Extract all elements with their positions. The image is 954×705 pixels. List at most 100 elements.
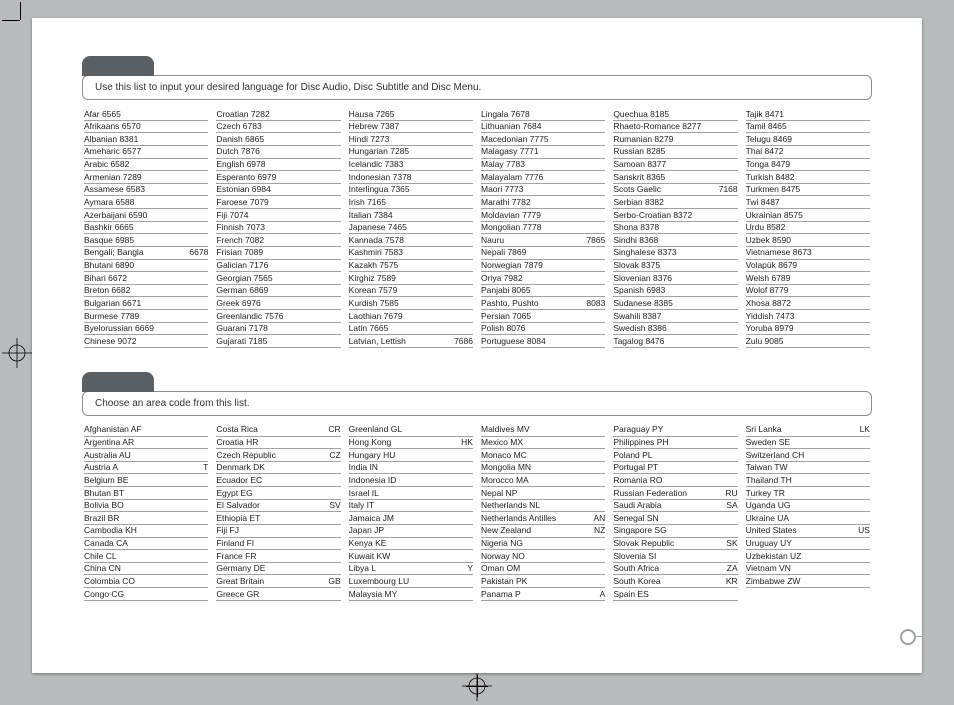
table-row: Ethiopia ET xyxy=(216,512,340,525)
table-row: India IN xyxy=(349,462,473,475)
row-label: Kazakh 7575 xyxy=(349,260,473,271)
table-row: South KoreaKR xyxy=(613,575,737,588)
table-row: Sanskrit 8365 xyxy=(613,171,737,184)
row-label: Wolof 8779 xyxy=(746,285,870,296)
table-row: Denmark DK xyxy=(216,462,340,475)
area-instruction: Choose an area code from this list. xyxy=(82,391,872,416)
table-row: Lingala 7678 xyxy=(481,108,605,121)
fold-ring-icon xyxy=(900,629,916,645)
row-label: Fiji FJ xyxy=(216,525,340,536)
row-label: Romania RO xyxy=(613,475,737,486)
row-label: Czech Republic xyxy=(216,450,325,461)
section-tab xyxy=(82,56,154,76)
row-label: Basque 6985 xyxy=(84,235,208,246)
row-label: Albanian 8381 xyxy=(84,134,208,145)
row-label: Macedonian 7775 xyxy=(481,134,605,145)
table-row: Kirghiz 7589 xyxy=(349,272,473,285)
row-label: Sanskrit 8365 xyxy=(613,172,737,183)
row-label: Croatia HR xyxy=(216,437,340,448)
row-label: Danish 6865 xyxy=(216,134,340,145)
row-label: Argentina AR xyxy=(84,437,208,448)
row-label: Netherlands Antilles xyxy=(481,513,590,524)
table-row: Nepal NP xyxy=(481,487,605,500)
table-row: Czech 6783 xyxy=(216,121,340,134)
row-code: SA xyxy=(722,500,737,511)
row-label: Cambodia KH xyxy=(84,525,208,536)
table-row: Greenlandic 7576 xyxy=(216,310,340,323)
table-row: Slovak RepublicSK xyxy=(613,538,737,551)
row-label: Bhutani 6890 xyxy=(84,260,208,271)
row-label: United States xyxy=(746,525,855,536)
table-row: Czech RepublicCZ xyxy=(216,449,340,462)
row-label: Morocco MA xyxy=(481,475,605,486)
table-row: Irish 7165 xyxy=(349,196,473,209)
row-label: Luxembourg LU xyxy=(349,576,473,587)
row-label: Urdu 8582 xyxy=(746,222,870,233)
row-label: Afrikaans 6570 xyxy=(84,121,208,132)
table-row: Finnish 7073 xyxy=(216,222,340,235)
table-row: Switzerland CH xyxy=(746,449,870,462)
row-label: Pashto, Pushto xyxy=(481,298,582,309)
table-column: Sri LankaLKSweden SESwitzerland CHTaiwan… xyxy=(746,424,870,601)
row-label: Yiddish 7473 xyxy=(746,311,870,322)
row-label: Chinese 9072 xyxy=(84,336,208,347)
table-row: Icelandic 7383 xyxy=(349,159,473,172)
table-row: Japan JP xyxy=(349,525,473,538)
row-label: Indonesian 7378 xyxy=(349,172,473,183)
row-code: Y xyxy=(463,563,473,574)
row-label: Uruguay UY xyxy=(746,538,870,549)
row-label: Jamaica JM xyxy=(349,513,473,524)
table-row: English 6978 xyxy=(216,159,340,172)
table-row: Quechua 8185 xyxy=(613,108,737,121)
row-label: Breton 6682 xyxy=(84,285,208,296)
table-row: Colombia CO xyxy=(84,575,208,588)
table-row: Senegal SN xyxy=(613,512,737,525)
table-row: Yoruba 8979 xyxy=(746,323,870,336)
row-label: Spain ES xyxy=(613,589,737,600)
registration-mark-bottom xyxy=(460,669,494,703)
table-row: Tamil 8465 xyxy=(746,121,870,134)
row-label: German 6869 xyxy=(216,285,340,296)
section-tab xyxy=(82,372,154,392)
row-label: Xhosa 8872 xyxy=(746,298,870,309)
table-row: Greenland GL xyxy=(349,424,473,437)
table-row: Paraguay PY xyxy=(613,424,737,437)
table-row: Norway NO xyxy=(481,550,605,563)
row-label: Armenian 7289 xyxy=(84,172,208,183)
table-row: Samoan 8377 xyxy=(613,159,737,172)
table-column: Afar 6565Afrikaans 6570Albanian 8381Ameh… xyxy=(84,108,208,348)
row-label: Byelorussian 6669 xyxy=(84,323,208,334)
table-row: Burmese 7789 xyxy=(84,310,208,323)
table-row: Bhutani 6890 xyxy=(84,260,208,273)
table-row: Greece GR xyxy=(216,588,340,601)
row-label: Scots Gaelic xyxy=(613,184,714,195)
table-row: Kenya KE xyxy=(349,538,473,551)
row-label: Spanish 6983 xyxy=(613,285,737,296)
table-row: Hungary HU xyxy=(349,449,473,462)
table-row: Kashmiri 7583 xyxy=(349,247,473,260)
row-label: France FR xyxy=(216,551,340,562)
table-row: Nigeria NG xyxy=(481,538,605,551)
table-row: Brazil BR xyxy=(84,512,208,525)
table-row: Vietnamese 8673 xyxy=(746,247,870,260)
row-label: Bhutan BT xyxy=(84,488,208,499)
row-code: 7686 xyxy=(450,336,473,347)
table-row: Bulgarian 6671 xyxy=(84,297,208,310)
table-row: Moldavian 7779 xyxy=(481,209,605,222)
row-label: Turkey TR xyxy=(746,488,870,499)
table-row: Nauru7865 xyxy=(481,234,605,247)
table-row: El SalvadorSV xyxy=(216,500,340,513)
table-row: Thai 8472 xyxy=(746,146,870,159)
table-row: Costa RicaCR xyxy=(216,424,340,437)
table-column: Tajik 8471Tamil 8465Telugu 8469Thai 8472… xyxy=(746,108,870,348)
table-row: Guarani 7178 xyxy=(216,323,340,336)
table-row: Oman OM xyxy=(481,563,605,576)
table-row: Mongolia MN xyxy=(481,462,605,475)
row-label: Maldives MV xyxy=(481,424,605,435)
row-label: Monaco MC xyxy=(481,450,605,461)
table-row: Uganda UG xyxy=(746,500,870,513)
table-row: Portuguese 8084 xyxy=(481,335,605,348)
table-column: Costa RicaCRCroatia HRCzech RepublicCZDe… xyxy=(216,424,340,601)
row-code: 8083 xyxy=(582,298,605,309)
row-label: Malagasy 7771 xyxy=(481,146,605,157)
